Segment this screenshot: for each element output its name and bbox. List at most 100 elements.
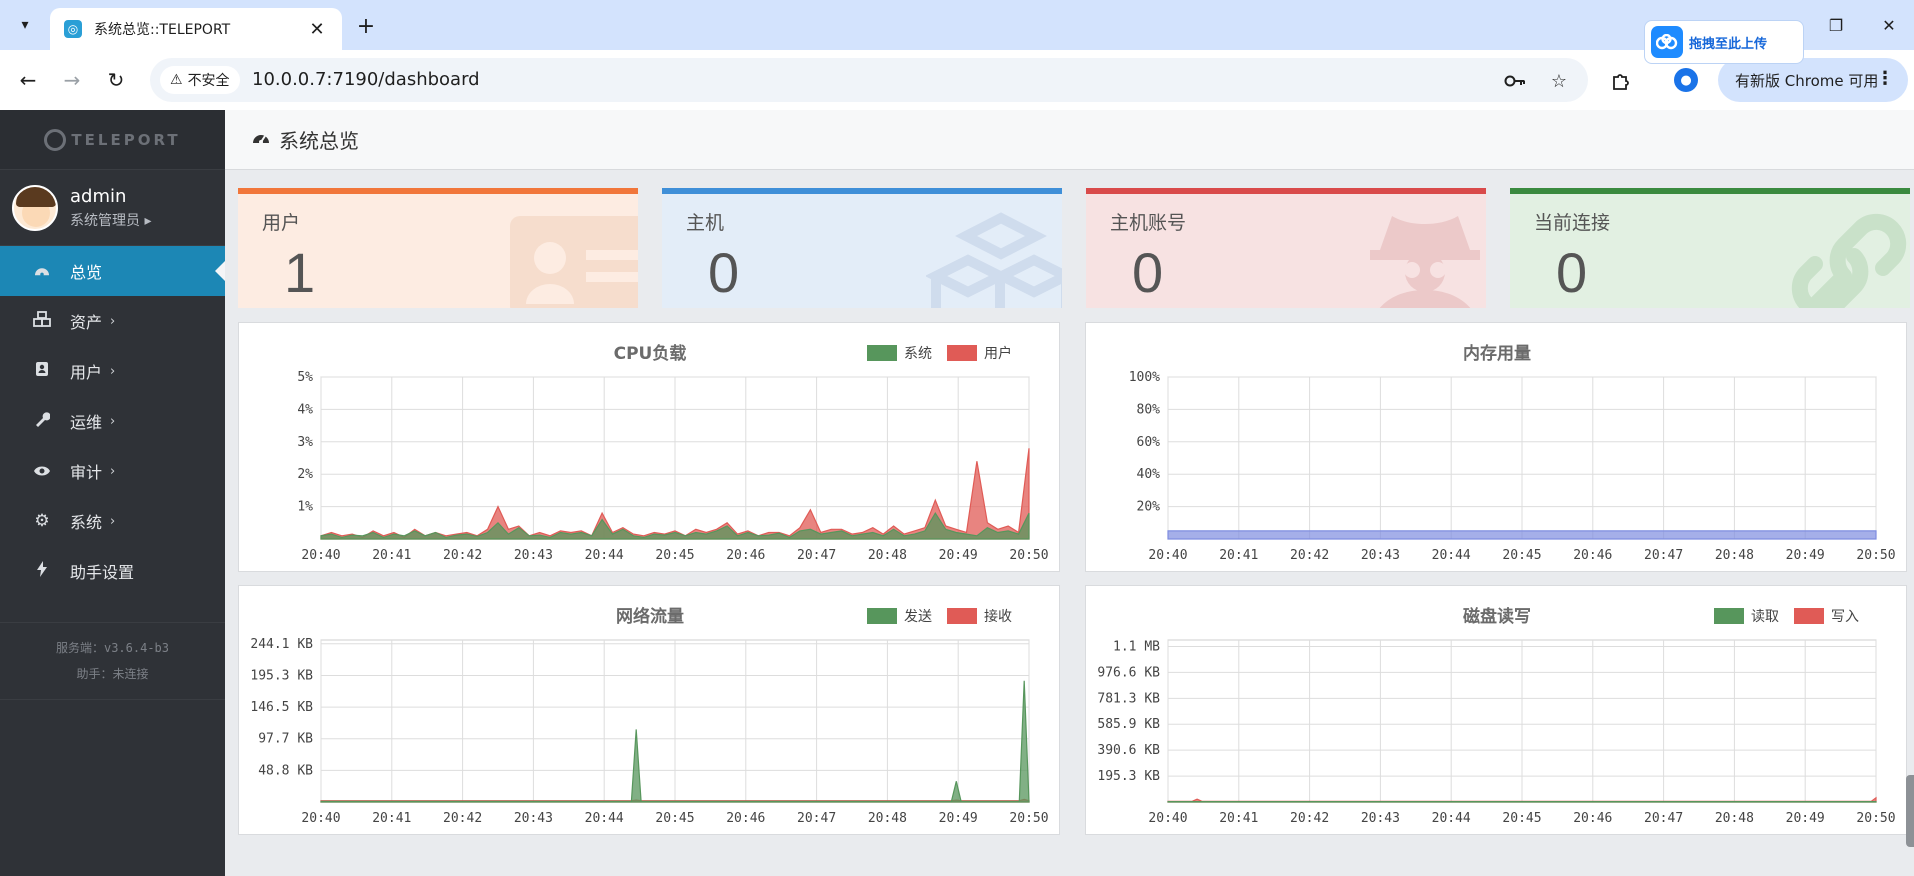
y-tick-label: 146.5 KB bbox=[250, 700, 313, 715]
cloud-upload-icon bbox=[1651, 26, 1683, 58]
stat-card-1[interactable]: 主机 0 bbox=[662, 188, 1062, 308]
warning-icon: ⚠ bbox=[170, 72, 183, 88]
address-bar[interactable]: ⚠ 不安全 10.0.0.7:7190/dashboard ☆ bbox=[150, 58, 1588, 102]
x-tick-label: 20:48 bbox=[1715, 811, 1754, 826]
y-tick-label: 80% bbox=[1137, 402, 1161, 417]
id-card-icon bbox=[502, 206, 638, 308]
back-arrow-icon[interactable]: ← bbox=[12, 64, 44, 96]
series-area-0 bbox=[1167, 530, 1877, 540]
y-tick-label: 100% bbox=[1129, 370, 1160, 385]
password-key-icon[interactable] bbox=[1502, 68, 1528, 94]
x-tick-label: 20:44 bbox=[585, 548, 624, 563]
chart-title: 网络流量 bbox=[616, 606, 684, 627]
browser-tab[interactable]: ◎ 系统总览::TELEPORT ✕ bbox=[50, 8, 342, 50]
legend-label: 系统 bbox=[904, 346, 932, 362]
x-tick-label: 20:44 bbox=[1432, 548, 1471, 563]
y-tick-label: 585.9 KB bbox=[1097, 717, 1160, 732]
cpu-chart-panel: CPU负载 系统 用户 20:40 20:41 20:42 20:43 20:44 20:45 2… bbox=[238, 322, 1060, 572]
x-tick-label: 20:46 bbox=[1573, 811, 1612, 826]
legend-swatch bbox=[1794, 608, 1824, 624]
upload-badge-label: 拖拽至此上传 bbox=[1689, 36, 1768, 52]
stat-card-0[interactable]: 用户 1 bbox=[238, 188, 638, 308]
sidebar-menu: 总览 资产 › 用户 › 运维 › 审计 › ⚙ 系统 › 助手设置 bbox=[0, 246, 225, 596]
chevron-down-icon: ▾ bbox=[21, 17, 29, 33]
profile-avatar-icon[interactable]: ● bbox=[1674, 68, 1698, 92]
avatar bbox=[12, 184, 58, 231]
bookmark-star-icon[interactable]: ☆ bbox=[1546, 68, 1572, 94]
chevron-right-icon: › bbox=[110, 413, 116, 429]
url-text[interactable]: 10.0.0.7:7190/dashboard bbox=[252, 69, 480, 90]
restore-window-icon[interactable]: ❐ bbox=[1821, 12, 1851, 38]
upload-drop-badge[interactable]: 拖拽至此上传 bbox=[1644, 20, 1804, 64]
x-tick-label: 20:47 bbox=[797, 548, 836, 563]
x-tick-label: 20:50 bbox=[1856, 811, 1895, 826]
x-tick-label: 20:48 bbox=[868, 548, 907, 563]
security-chip-label: 不安全 bbox=[187, 73, 230, 89]
memory-chart-panel: 内存用量 20:40 20:41 20:42 20:43 20:44 20:45 20:46 2… bbox=[1085, 322, 1907, 572]
sidebar-footer: 服务端：v3.6.4-b3 助手：未连接 bbox=[0, 622, 225, 700]
update-label: 有新版 Chrome 可用 bbox=[1735, 71, 1879, 90]
security-chip[interactable]: ⚠ 不安全 bbox=[160, 66, 240, 94]
user-panel[interactable]: admin 系统管理员 ▸ bbox=[0, 170, 225, 246]
sidebar-item-label: 资产 bbox=[70, 313, 103, 332]
chevron-right-icon: › bbox=[110, 363, 116, 379]
stat-label: 当前连接 bbox=[1534, 212, 1611, 234]
stat-card-2[interactable]: 主机账号 0 bbox=[1086, 188, 1486, 308]
sidebar-item-6[interactable]: 助手设置 bbox=[0, 546, 225, 596]
user-name: admin bbox=[70, 185, 127, 207]
sidebar-item-4[interactable]: 审计 › bbox=[0, 446, 225, 496]
stat-value: 0 bbox=[1556, 241, 1588, 304]
close-window-icon[interactable]: ✕ bbox=[1874, 12, 1904, 38]
chart-title: 磁盘读写 bbox=[1463, 606, 1531, 627]
y-tick-label: 976.6 KB bbox=[1097, 665, 1160, 680]
x-tick-label: 20:41 bbox=[1219, 548, 1258, 563]
sidebar-item-5[interactable]: ⚙ 系统 › bbox=[0, 496, 225, 546]
user-secret-icon bbox=[1350, 206, 1486, 308]
y-tick-label: 48.8 KB bbox=[258, 763, 313, 778]
stat-label: 主机账号 bbox=[1110, 212, 1187, 234]
forward-arrow-icon[interactable]: → bbox=[56, 64, 88, 96]
network-chart-panel: 网络流量 发送 接收 20:40 20:41 20:42 20:43 20:44 20:45 20… bbox=[238, 585, 1060, 835]
stat-card-accent bbox=[238, 188, 638, 194]
tab-search-button[interactable]: ▾ bbox=[10, 10, 40, 40]
chevron-right-icon: › bbox=[110, 463, 116, 479]
chart-title: CPU负载 bbox=[614, 343, 687, 364]
chrome-update-button[interactable]: 有新版 Chrome 可用 ⋮ bbox=[1718, 58, 1908, 102]
x-tick-label: 20:45 bbox=[655, 811, 694, 826]
y-tick-label: 4% bbox=[297, 402, 313, 417]
sidebar-item-3[interactable]: 运维 › bbox=[0, 396, 225, 446]
page-header: 系统总览 bbox=[225, 110, 1914, 170]
disk-chart-panel: 磁盘读写 读取 写入 20:40 20:41 20:42 20:43 20:44 20:45 20… bbox=[1085, 585, 1907, 835]
y-tick-label: 390.6 KB bbox=[1097, 743, 1160, 758]
logo-text: TELEPORT bbox=[71, 130, 181, 149]
extensions-puzzle-icon[interactable] bbox=[1608, 68, 1634, 94]
y-tick-label: 60% bbox=[1137, 435, 1161, 450]
x-tick-label: 20:48 bbox=[1715, 548, 1754, 563]
x-tick-label: 20:46 bbox=[726, 811, 765, 826]
stat-card-3[interactable]: 当前连接 0 bbox=[1510, 188, 1910, 308]
x-tick-label: 20:45 bbox=[1502, 811, 1541, 826]
sidebar-item-1[interactable]: 资产 › bbox=[0, 296, 225, 346]
sidebar-item-0[interactable]: 总览 bbox=[0, 246, 225, 296]
chevron-right-icon: › bbox=[110, 513, 116, 529]
side-scroll-tab[interactable] bbox=[1906, 775, 1914, 847]
reload-icon[interactable]: ↻ bbox=[100, 64, 132, 96]
sidebar-item-label: 运维 bbox=[70, 413, 103, 432]
new-tab-button[interactable]: + bbox=[352, 12, 380, 40]
browser-toolbar: ← → ↻ ⚠ 不安全 10.0.0.7:7190/dashboard ☆ ● … bbox=[0, 50, 1914, 110]
stat-value: 0 bbox=[1132, 241, 1164, 304]
x-tick-label: 20:47 bbox=[1644, 811, 1683, 826]
teleport-logo[interactable]: TELEPORT bbox=[0, 110, 225, 170]
x-tick-label: 20:40 bbox=[1148, 548, 1187, 563]
sidebar-item-2[interactable]: 用户 › bbox=[0, 346, 225, 396]
x-tick-label: 20:46 bbox=[726, 548, 765, 563]
sidebar-item-label: 助手设置 bbox=[70, 563, 135, 582]
x-tick-label: 20:40 bbox=[301, 811, 340, 826]
kebab-menu-icon[interactable]: ⋮ bbox=[1876, 68, 1894, 89]
x-tick-label: 20:47 bbox=[797, 811, 836, 826]
user-role[interactable]: 系统管理员 ▸ bbox=[70, 210, 151, 230]
tab-close-icon[interactable]: ✕ bbox=[306, 19, 328, 40]
legend-swatch bbox=[947, 345, 977, 361]
x-tick-label: 20:50 bbox=[1009, 811, 1048, 826]
chart-title: 内存用量 bbox=[1463, 343, 1531, 364]
